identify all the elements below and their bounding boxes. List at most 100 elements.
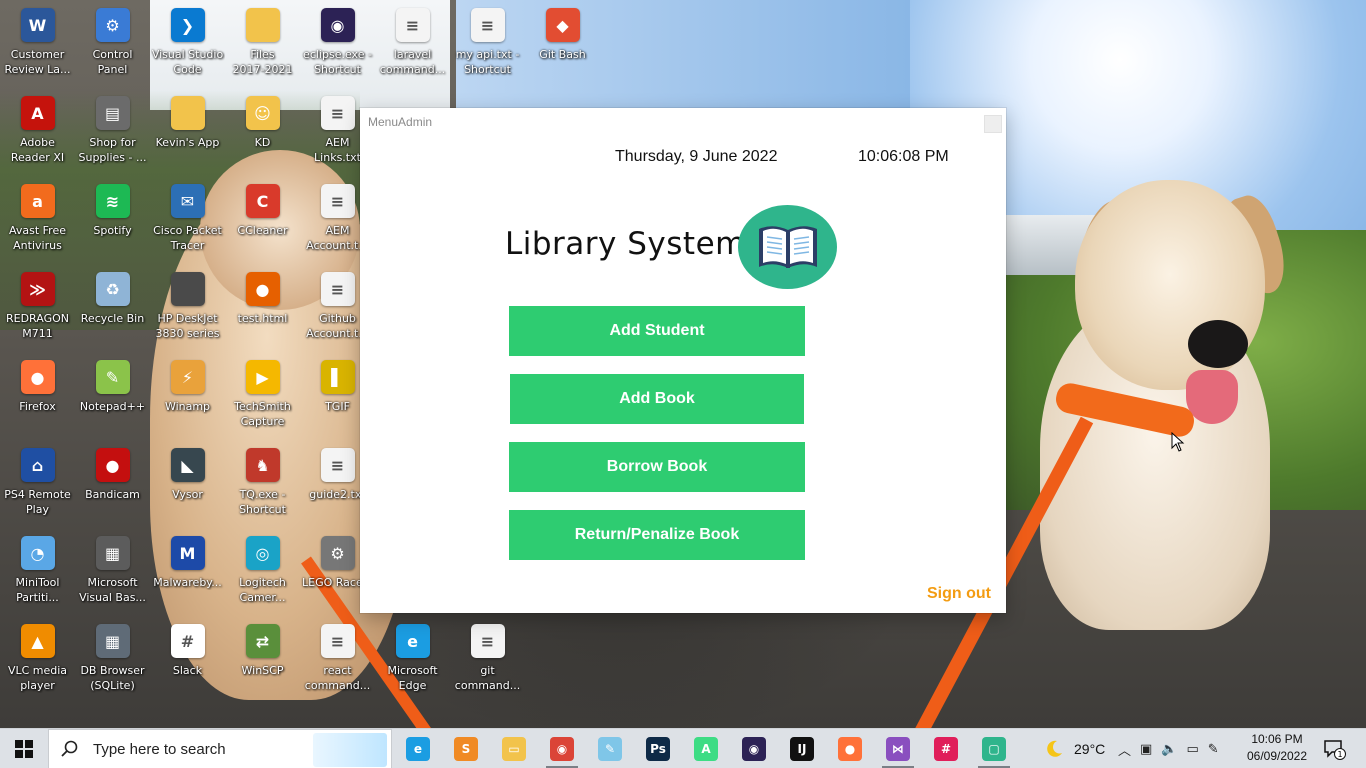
desktop-shortcut[interactable]: W Customer Review La... — [0, 2, 75, 90]
printer-icon: ▤ — [95, 96, 130, 130]
sublime-text-taskbar-icon[interactable]: S — [446, 733, 486, 765]
battery-icon[interactable]: ▭ — [1187, 742, 1199, 757]
redragon-icon: ≫ — [20, 272, 55, 306]
start-button[interactable] — [0, 729, 48, 768]
desktop-shortcut[interactable]: ≡ react command... — [300, 618, 375, 706]
sign-out-link[interactable]: Sign out — [927, 585, 991, 603]
return-penalize-book-button[interactable]: Return/Penalize Book — [509, 510, 805, 560]
desktop-shortcut[interactable]: Kevin's App — [150, 90, 225, 178]
folder-icon — [245, 8, 280, 42]
text-file-icon: ≡ — [320, 624, 355, 658]
window-close-button[interactable] — [984, 115, 1002, 133]
menu-admin-window: MenuAdmin Thursday, 9 June 2022 10:06:08… — [360, 108, 1006, 613]
desktop-shortcut[interactable]: e Microsoft Edge — [375, 618, 450, 706]
desktop-shortcut[interactable]: ✉ Cisco Packet Tracer — [150, 178, 225, 266]
desktop-shortcut[interactable]: a Avast Free Antivirus — [0, 178, 75, 266]
add-book-button[interactable]: Add Book — [510, 374, 804, 424]
desktop-shortcut[interactable]: ◣ Vysor — [150, 442, 225, 530]
desktop-shortcut[interactable]: ◔ MiniTool Partiti... — [0, 530, 75, 618]
slack-taskbar-icon[interactable]: # — [926, 733, 966, 765]
minitool-icon: ◔ — [20, 536, 55, 570]
desktop-shortcut[interactable]: ● Firefox — [0, 354, 75, 442]
volume-icon[interactable]: 🔈 — [1161, 742, 1177, 757]
desktop-shortcut[interactable]: ⌂ PS4 Remote Play — [0, 442, 75, 530]
desktop-shortcut[interactable]: ♻ Recycle Bin — [75, 266, 150, 354]
notification-center-button[interactable]: 1 — [1322, 737, 1346, 761]
notepad-taskbar-icon[interactable]: ✎ — [590, 733, 630, 765]
chevron-up-icon[interactable]: ︿ — [1118, 740, 1131, 759]
desktop-shortcut-label: TQ.exe - Shortcut — [239, 488, 286, 516]
desktop-shortcut[interactable]: ⇄ WinSCP — [225, 618, 300, 706]
desktop-shortcut[interactable]: ● Bandicam — [75, 442, 150, 530]
app-window-taskbar-icon[interactable]: ▢ — [974, 733, 1014, 768]
edge-icon: e — [395, 624, 430, 658]
desktop-shortcut[interactable]: # Slack — [150, 618, 225, 706]
desktop-shortcut[interactable]: ▦ DB Browser (SQLite) — [75, 618, 150, 706]
firefox-taskbar-icon[interactable]: ● — [830, 733, 870, 765]
desktop-shortcut[interactable]: HP DeskJet 3830 series — [150, 266, 225, 354]
desktop-shortcut-label: Visual Studio Code — [151, 48, 224, 76]
desktop-shortcut-label: KD — [254, 136, 271, 149]
desktop-shortcut[interactable]: ◆ Git Bash — [525, 2, 600, 90]
taskbar-search-box[interactable]: Type here to search — [48, 729, 392, 768]
logitech-camera-icon: ◎ — [245, 536, 280, 570]
meet-now-icon[interactable]: ▣ — [1140, 742, 1152, 757]
desktop-shortcut[interactable]: ☺ KD — [225, 90, 300, 178]
vlc-icon: ▲ — [20, 624, 55, 658]
desktop-shortcut-label: Customer Review La... — [4, 48, 71, 76]
android-studio-taskbar-icon[interactable]: A — [686, 733, 726, 765]
intellij-taskbar-icon[interactable]: IJ — [782, 733, 822, 765]
desktop-shortcut[interactable]: ≡ laravel command... — [375, 2, 450, 90]
desktop-shortcut[interactable]: ✎ Notepad++ — [75, 354, 150, 442]
desktop-shortcut[interactable]: ⚙ Control Panel — [75, 2, 150, 90]
desktop-shortcut[interactable]: ▲ VLC media player — [0, 618, 75, 706]
weather-widget[interactable]: 29°C — [1044, 729, 1105, 768]
cisco-packet-tracer-icon: ✉ — [170, 184, 205, 218]
desktop-shortcut[interactable]: ▶ TechSmith Capture — [225, 354, 300, 442]
add-student-button[interactable]: Add Student — [509, 306, 805, 356]
desktop-shortcut[interactable]: ≫ REDRAGON M711 — [0, 266, 75, 354]
text-file-icon: ≡ — [395, 8, 430, 42]
windows-logo-icon — [15, 740, 33, 758]
notepad-plus-plus-icon: ✎ — [95, 360, 130, 394]
ccleaner-icon: C — [245, 184, 280, 218]
visual-studio-taskbar-icon[interactable]: ⋈ — [878, 733, 918, 768]
system-tray: ︿ ▣ 🔈 ▭ ✎ — [1118, 729, 1219, 768]
search-icon — [61, 740, 78, 757]
desktop-shortcut[interactable]: ❯ Visual Studio Code — [150, 2, 225, 90]
moon-weather-icon — [1047, 740, 1062, 757]
file-explorer-taskbar-icon[interactable]: ▭ — [494, 733, 534, 765]
edge-taskbar-icon[interactable]: e — [398, 733, 438, 765]
taskbar-clock[interactable]: 10:06 PM 06/09/2022 — [1243, 731, 1311, 765]
desktop-shortcut[interactable]: ● test.html — [225, 266, 300, 354]
desktop-shortcut[interactable]: ◎ Logitech Camer... — [225, 530, 300, 618]
desktop-shortcut[interactable]: ≡ git command... — [450, 618, 525, 706]
pen-icon[interactable]: ✎ — [1208, 742, 1219, 757]
photoshop-taskbar-icon[interactable]: Ps — [638, 733, 678, 765]
desktop-shortcut[interactable]: ⚡ Winamp — [150, 354, 225, 442]
borrow-book-button[interactable]: Borrow Book — [509, 442, 805, 492]
desktop-shortcut[interactable]: A Adobe Reader XI — [0, 90, 75, 178]
desktop-shortcut[interactable]: ♞ TQ.exe - Shortcut — [225, 442, 300, 530]
window-title: MenuAdmin — [368, 115, 433, 129]
desktop-shortcut[interactable]: ▤ Shop for Supplies - ... — [75, 90, 150, 178]
desktop-shortcut-label: test.html — [237, 312, 288, 325]
desktop-shortcut-label: eclipse.exe - Shortcut — [303, 48, 372, 76]
desktop-shortcut[interactable]: ▦ Microsoft Visual Bas... — [75, 530, 150, 618]
desktop-shortcut-label: CCleaner — [237, 224, 288, 237]
desktop-shortcut[interactable]: Files 2017-2021 — [225, 2, 300, 90]
eclipse-taskbar-icon[interactable]: ◉ — [734, 733, 774, 765]
app-window-icon: ▢ — [982, 737, 1006, 761]
file-explorer-icon: ▭ — [502, 737, 526, 761]
chrome-taskbar-icon[interactable]: ◉ — [542, 733, 582, 768]
desktop-shortcut-label: laravel command... — [379, 48, 446, 76]
desktop-shortcut[interactable]: ◉ eclipse.exe - Shortcut — [300, 2, 375, 90]
clock-time: 10:06 PM — [1251, 732, 1303, 746]
word-doc-icon: W — [20, 8, 55, 42]
desktop-shortcut[interactable]: ≋ Spotify — [75, 178, 150, 266]
desktop-shortcut[interactable]: C CCleaner — [225, 178, 300, 266]
text-file-icon: ≡ — [470, 8, 505, 42]
desktop-shortcut[interactable]: ≡ my api.txt - Shortcut — [450, 2, 525, 90]
desktop-shortcut[interactable]: M Malwareby... — [150, 530, 225, 618]
desktop-shortcut-label: Bandicam — [85, 488, 140, 501]
